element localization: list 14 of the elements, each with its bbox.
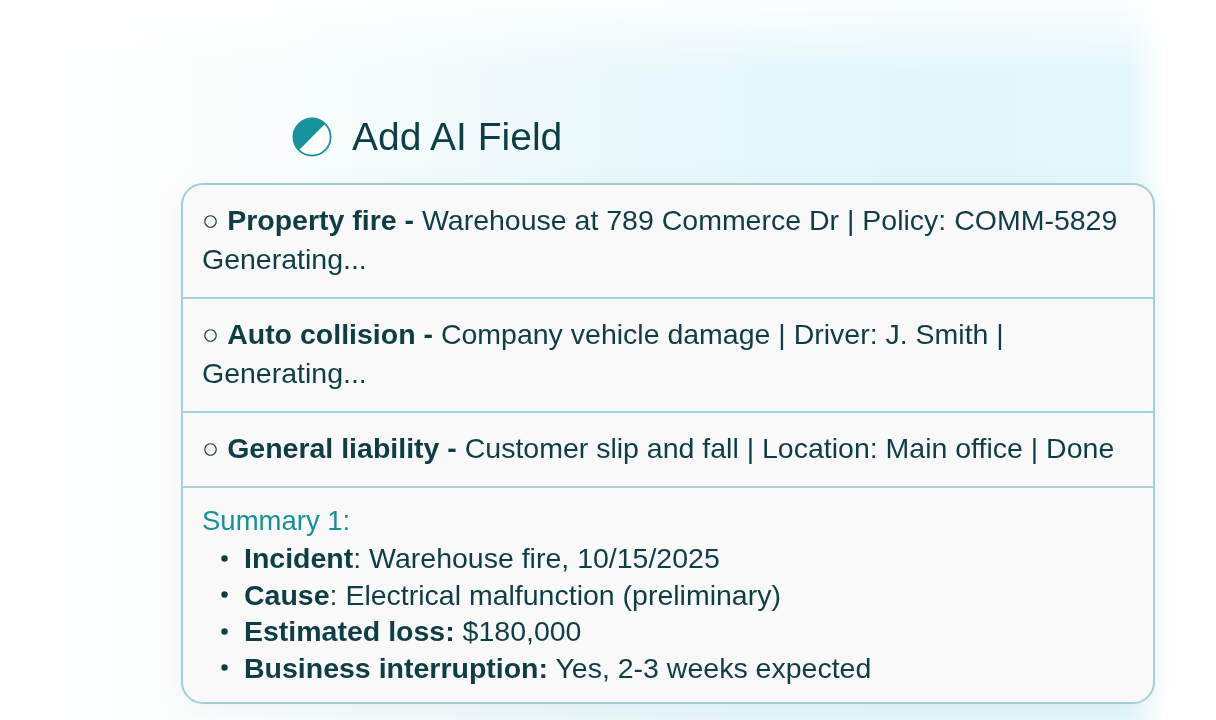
summary-point-text: Incident: Warehouse fire, 10/15/2025 [244,541,720,577]
summary-point-text: Estimated loss: $180,000 [244,614,582,650]
claim-text: ○ Property fire - Warehouse at 789 Commerce Dr | Policy: COMM-5829 Generating... [202,203,1119,277]
claim-text: ○ General liability - Customer slip and fall | Location: Main office | Done [202,431,1116,466]
summary-label: Summary 1: [202,504,351,538]
half-filled-circle-icon [292,117,332,157]
bullet-dot-icon [221,554,228,562]
claim-text: ○ Auto collision - Company vehicle damage | Driver: J. Smith | Generating... [202,317,1005,391]
panel-title: Add AI Field [352,115,563,159]
bullet-dot-icon [221,664,228,672]
bullet-dot-icon [221,591,228,599]
summary-point-text: Business interruption: Yes, 2-3 weeks expected [244,650,872,686]
summary-point-text: Cause: Electrical malfunction (preliminary) [244,577,781,613]
bullet-dot-icon [221,627,228,635]
